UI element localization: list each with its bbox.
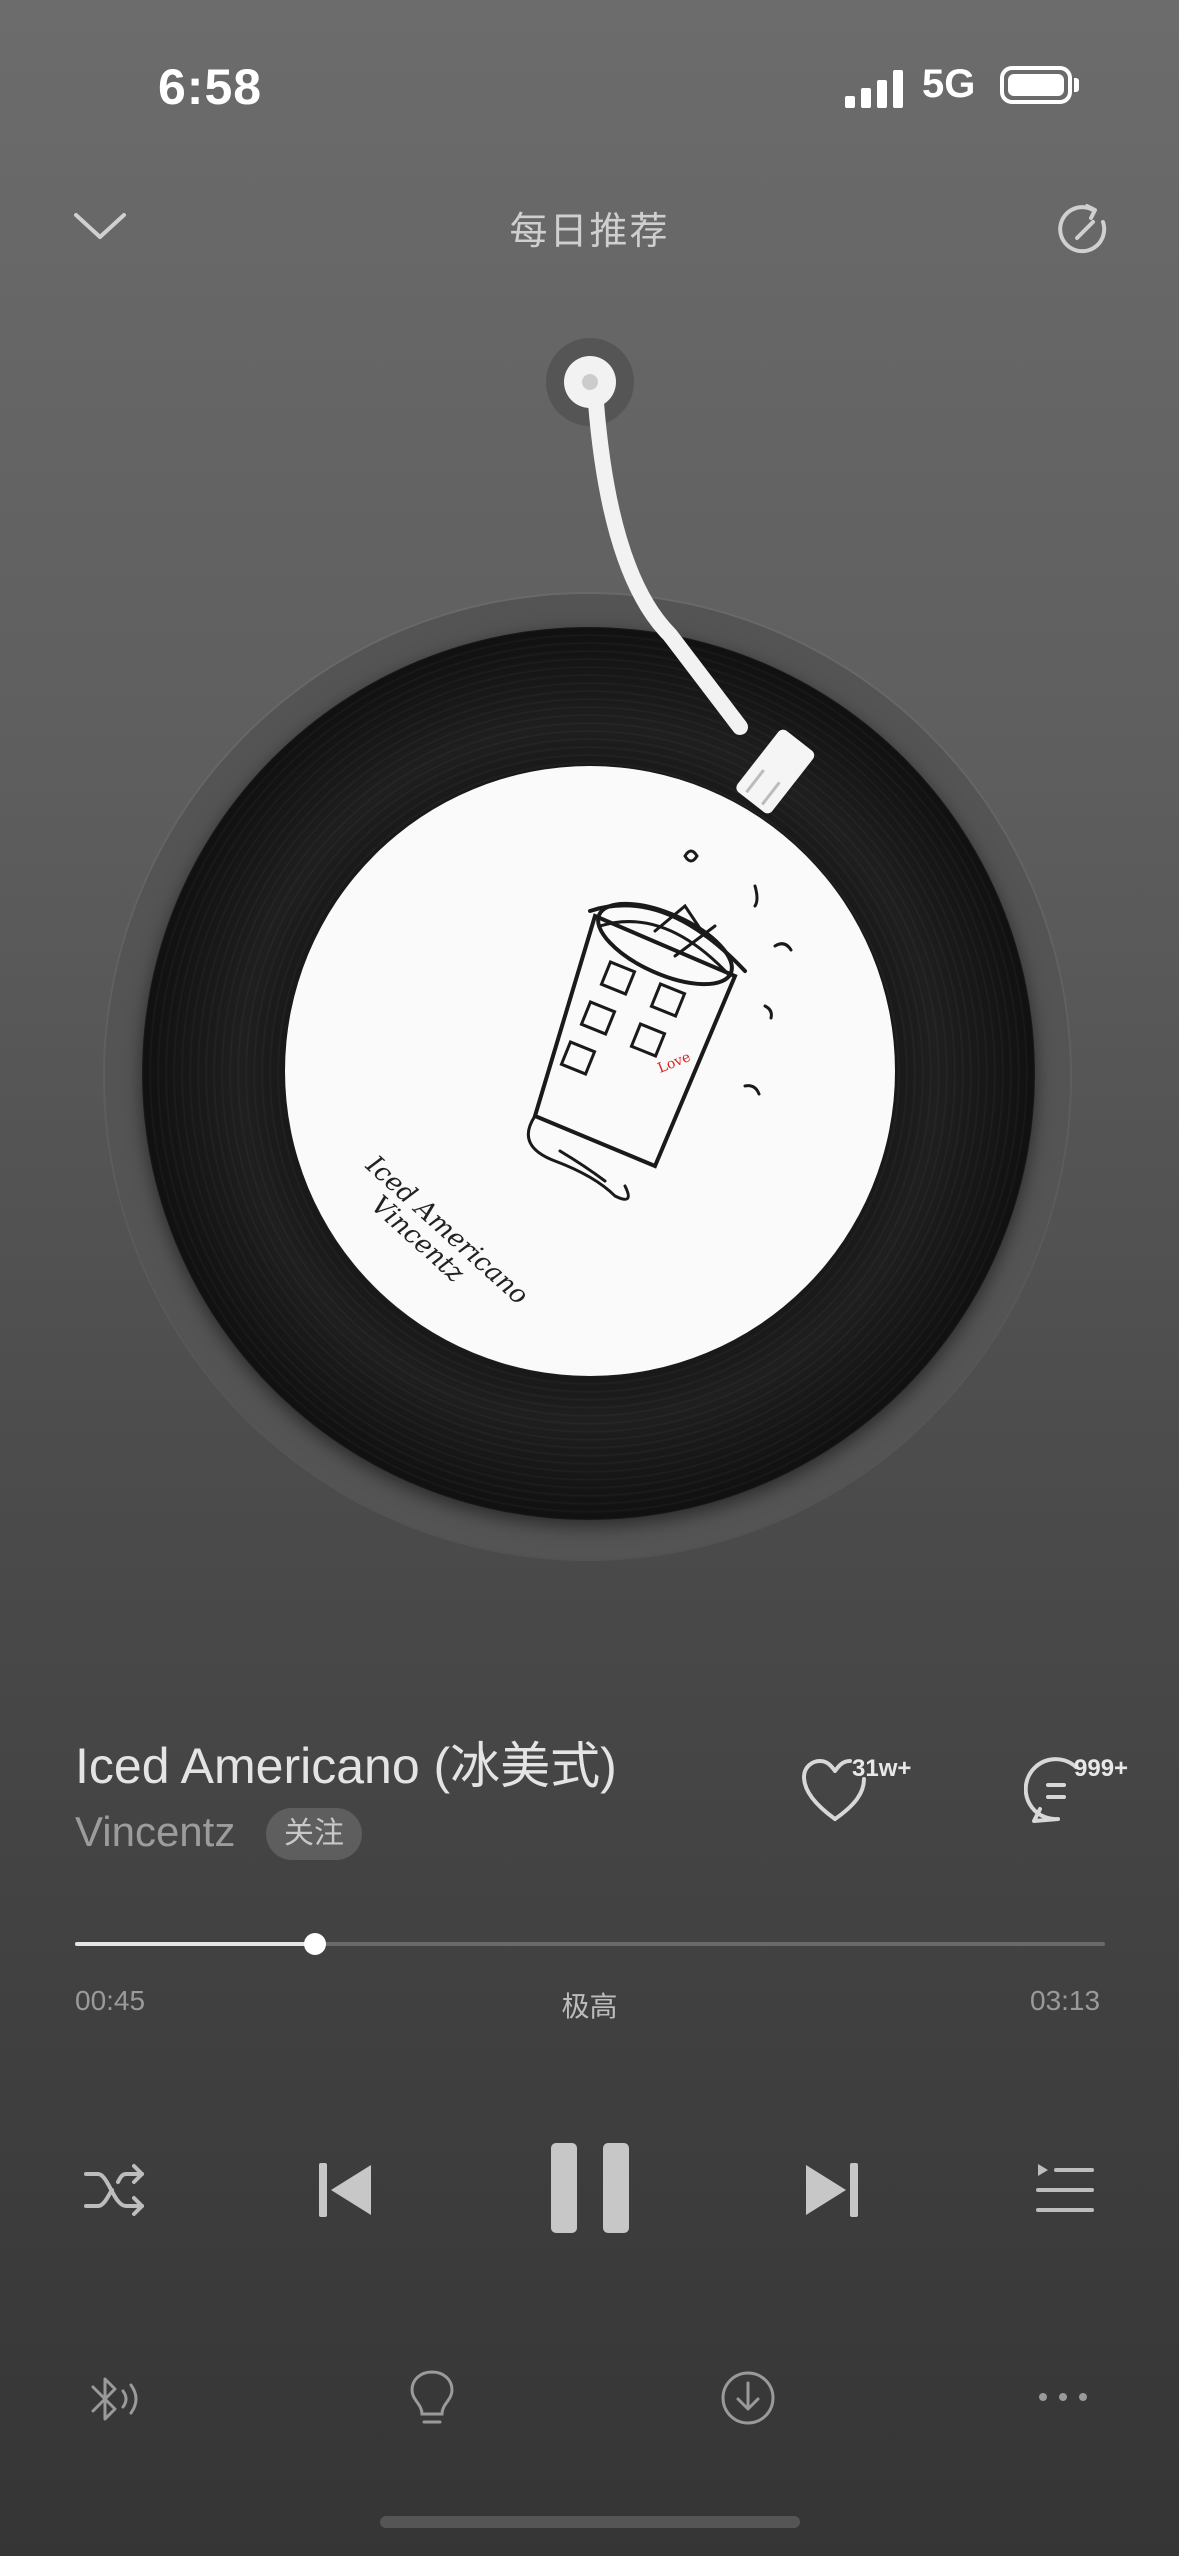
shuffle-icon[interactable] [75, 2150, 155, 2230]
progress-thumb[interactable] [304, 1933, 326, 1955]
previous-track-icon[interactable] [305, 2148, 385, 2232]
audio-quality[interactable]: 极高 [0, 1985, 1179, 2025]
follow-button[interactable]: 关注 [266, 1808, 362, 1860]
download-icon[interactable] [710, 2360, 786, 2436]
tonearm[interactable] [540, 335, 880, 835]
more-options-icon[interactable] [1025, 2372, 1101, 2422]
bluetooth-audio-icon[interactable] [80, 2364, 150, 2434]
svg-text:Love: Love [656, 1049, 693, 1077]
status-time: 6:58 [158, 59, 263, 115]
playlist-icon[interactable] [1025, 2150, 1105, 2230]
share-refresh-icon[interactable] [1050, 195, 1120, 265]
coffee-cup-sketch-icon: Love [526, 849, 793, 1201]
like-count: 31w+ [852, 1755, 912, 1782]
page-title: 每日推荐 [509, 211, 670, 253]
album-cover: Love [285, 766, 895, 1376]
battery-tip [1074, 78, 1079, 92]
total-time: 03:13 [1030, 1985, 1101, 2016]
next-track-icon[interactable] [792, 2148, 872, 2232]
pause-icon[interactable] [540, 2138, 640, 2238]
song-title: Iced Americano (冰美式) [75, 1738, 617, 1794]
artist-name[interactable]: Vincentz [75, 1808, 235, 1856]
comment-count: 999+ [1074, 1755, 1129, 1782]
progress-fill [75, 1942, 315, 1946]
network-type: 5G [922, 62, 976, 106]
cellular-signal-icon [845, 64, 905, 108]
home-indicator[interactable] [380, 2516, 800, 2528]
battery-icon [1000, 66, 1072, 104]
lightbulb-icon[interactable] [394, 2360, 470, 2436]
